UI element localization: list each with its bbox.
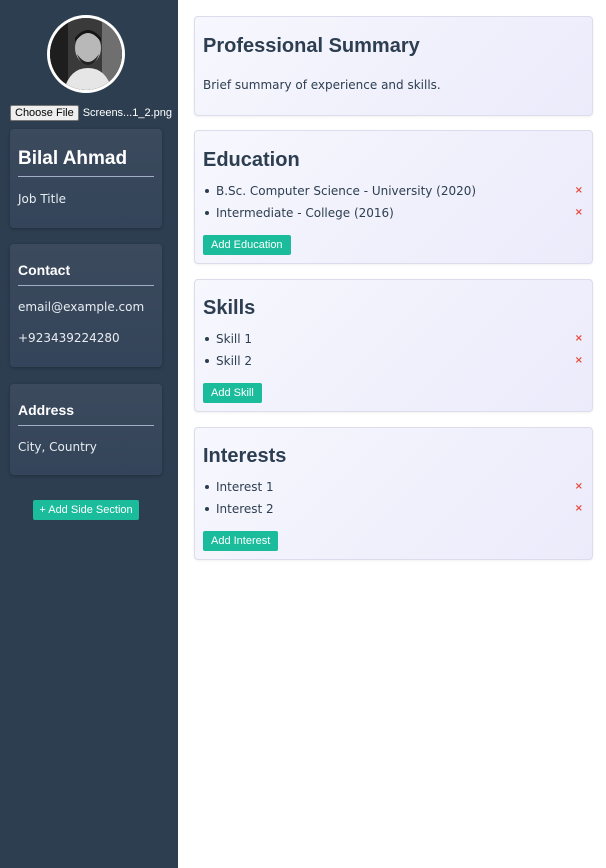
bullet-icon (205, 211, 209, 215)
add-education-button[interactable]: Add Education (203, 235, 291, 255)
job-title[interactable]: Job Title (18, 192, 154, 206)
list-item: Intermediate - College (2016) × (205, 205, 592, 221)
add-side-section-button[interactable]: + Add Side Section (33, 500, 139, 520)
address-value[interactable]: City, Country (18, 440, 154, 454)
bullet-icon (205, 507, 209, 511)
contact-heading[interactable]: Contact (18, 244, 154, 286)
address-card: Address City, Country (10, 384, 162, 475)
profile-photo-graphic (50, 18, 122, 90)
avatar (47, 15, 125, 93)
bullet-icon (205, 485, 209, 489)
skills-heading[interactable]: Skills (203, 297, 255, 320)
list-item: B.Sc. Computer Science - University (202… (205, 183, 592, 199)
education-heading[interactable]: Education (203, 149, 300, 172)
list-item: Skill 1 × (205, 331, 592, 347)
skills-section: Skills Skill 1 × Skill 2 × Add Skill (194, 279, 593, 412)
summary-section: Professional Summary Brief summary of ex… (194, 16, 593, 116)
list-item: Interest 1 × (205, 479, 592, 495)
contact-phone[interactable]: +923439224280 (18, 331, 154, 345)
list-item: Skill 2 × (205, 353, 592, 369)
bullet-icon (205, 337, 209, 341)
interest-item-text[interactable]: Interest 1 (216, 480, 274, 494)
skill-item-text[interactable]: Skill 2 (216, 354, 252, 368)
address-heading[interactable]: Address (18, 384, 154, 426)
photo-file-input[interactable]: Choose File Screens...1_2.png (10, 105, 172, 121)
education-item-text[interactable]: Intermediate - College (2016) (216, 206, 394, 220)
remove-icon[interactable]: × (575, 331, 583, 347)
add-skill-button[interactable]: Add Skill (203, 383, 262, 403)
contact-email[interactable]: email@example.com (18, 300, 154, 314)
interest-item-text[interactable]: Interest 2 (216, 502, 274, 516)
remove-icon[interactable]: × (575, 205, 583, 221)
name-card: Bilal Ahmad Job Title (10, 129, 162, 228)
education-item-text[interactable]: B.Sc. Computer Science - University (202… (216, 184, 476, 198)
person-name[interactable]: Bilal Ahmad (18, 129, 154, 177)
bullet-icon (205, 359, 209, 363)
education-section: Education B.Sc. Computer Science - Unive… (194, 130, 593, 264)
remove-icon[interactable]: × (575, 501, 583, 517)
add-interest-button[interactable]: Add Interest (203, 531, 279, 551)
remove-icon[interactable]: × (575, 353, 583, 369)
choose-file-button[interactable]: Choose File (10, 105, 79, 121)
summary-heading[interactable]: Professional Summary (203, 35, 420, 58)
profile-photo (50, 18, 122, 90)
summary-text[interactable]: Brief summary of experience and skills. (203, 78, 441, 92)
bullet-icon (205, 189, 209, 193)
sidebar: Choose File Screens...1_2.png Bilal Ahma… (0, 0, 178, 868)
remove-icon[interactable]: × (575, 479, 583, 495)
list-item: Interest 2 × (205, 501, 592, 517)
skill-item-text[interactable]: Skill 1 (216, 332, 252, 346)
interests-heading[interactable]: Interests (203, 445, 286, 468)
interests-section: Interests Interest 1 × Interest 2 × Add … (194, 427, 593, 560)
remove-icon[interactable]: × (575, 183, 583, 199)
contact-card: Contact email@example.com +923439224280 (10, 244, 162, 367)
chosen-file-name: Screens...1_2.png (82, 107, 172, 119)
